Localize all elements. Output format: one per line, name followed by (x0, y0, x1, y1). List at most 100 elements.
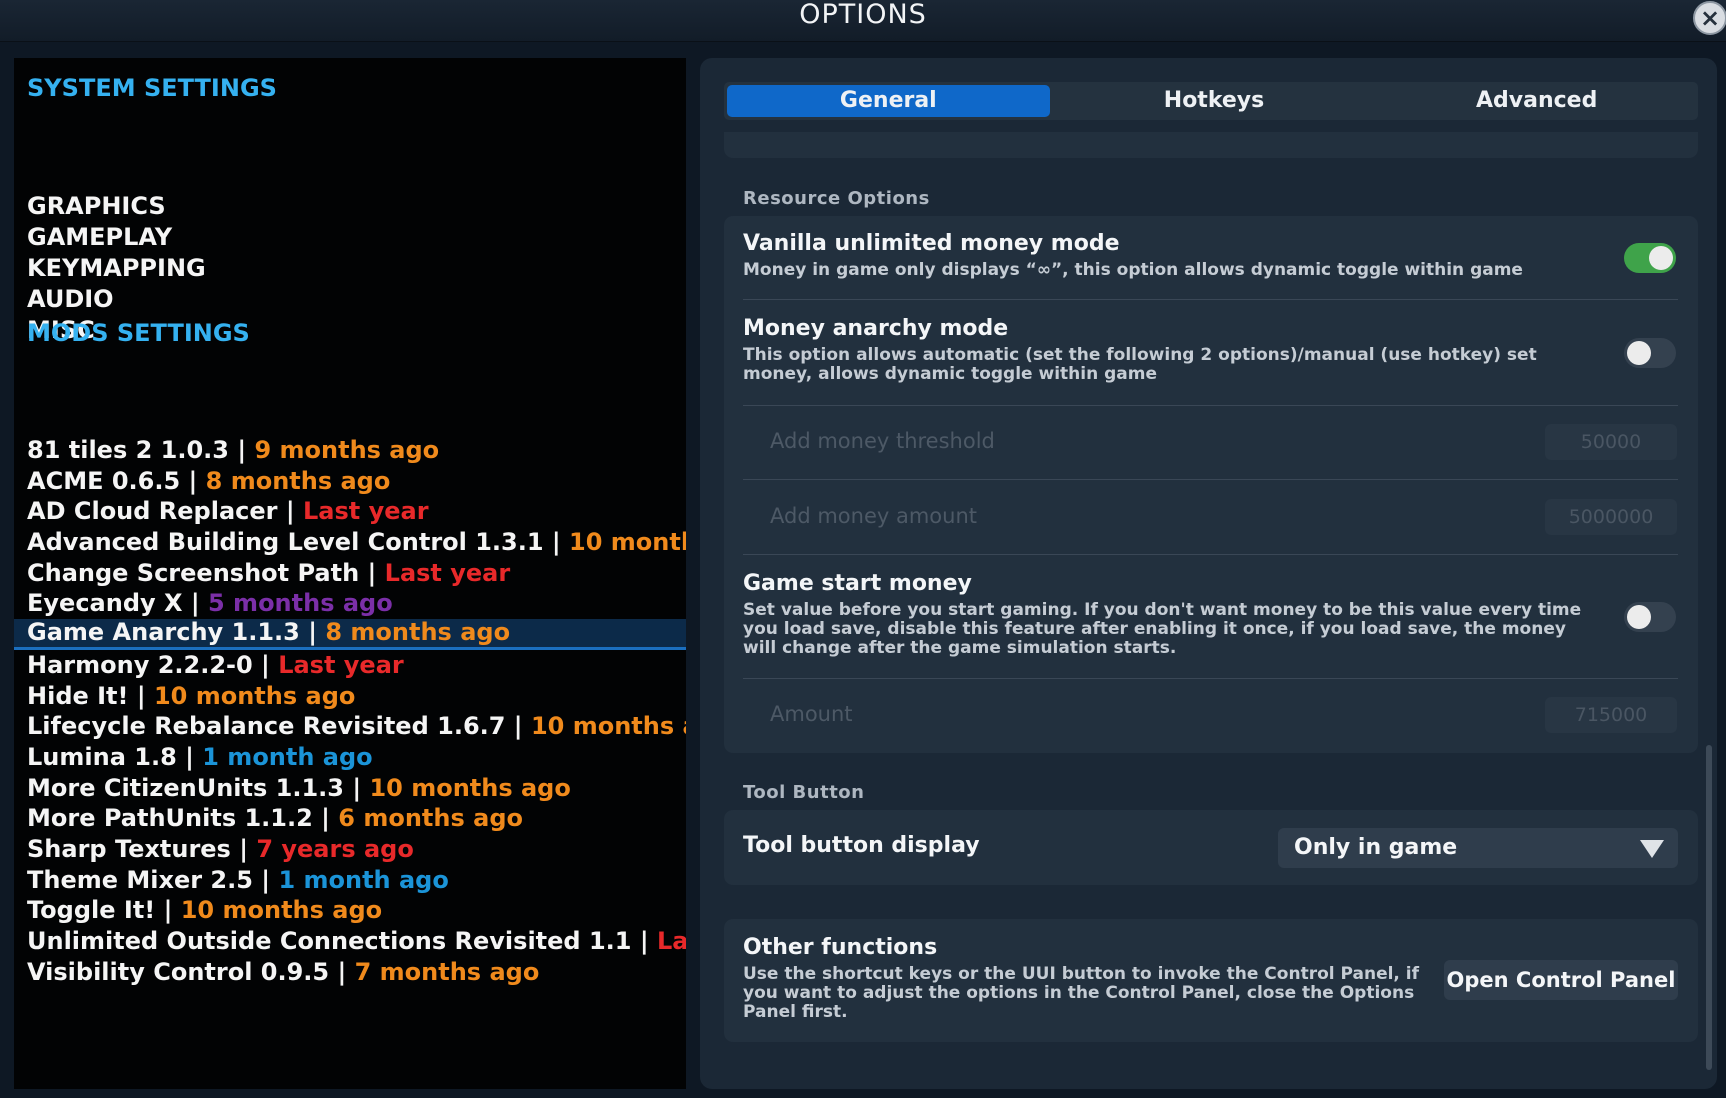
scrollbar[interactable] (1706, 745, 1712, 1070)
mod-list-item[interactable]: Game Anarchy 1.1.3 | 8 months ago (14, 619, 686, 650)
nav-item-graphics[interactable]: GRAPHICS (27, 191, 206, 222)
mod-update-age: Last year (384, 558, 511, 587)
mod-list-item[interactable]: AD Cloud Replacer | Last year (14, 496, 686, 527)
mod-update-age: 1 month ago (278, 865, 449, 894)
mod-name: Sharp Textures (27, 834, 231, 863)
mod-list-item[interactable]: Sharp Textures | 7 years ago (14, 834, 686, 865)
mod-update-age: 1 month ago (202, 742, 373, 771)
mod-update-age: 10 months ago (369, 773, 571, 802)
toggle-knob (1649, 246, 1673, 270)
separator: | (505, 712, 531, 741)
mod-name: Lumina 1.8 (27, 742, 177, 771)
vanilla-money-desc: Money in game only displays “∞”, this op… (743, 260, 1523, 280)
divider (743, 479, 1678, 480)
tab-hotkeys[interactable]: Hotkeys (1053, 82, 1376, 120)
mod-update-age: 5 months ago (208, 589, 393, 618)
resource-options-label: Resource Options (743, 188, 930, 209)
mod-list-item[interactable]: Visibility Control 0.9.5 | 7 months ago (14, 957, 686, 988)
tab-general[interactable]: General (727, 85, 1050, 117)
tool-button-display-dropdown[interactable]: Only in game (1278, 828, 1678, 868)
mod-list-item[interactable]: ACME 0.6.5 | 8 months ago (14, 466, 686, 497)
add-money-amount-input: 5000000 (1545, 499, 1677, 535)
mod-list-item[interactable]: Unlimited Outside Connections Revisited … (14, 926, 686, 957)
system-settings-header: SYSTEM SETTINGS (27, 74, 277, 102)
toggle-knob (1627, 341, 1651, 365)
add-money-threshold-input: 50000 (1545, 424, 1677, 460)
mod-list-item[interactable]: Eyecandy X | 5 months ago (14, 588, 686, 619)
separator: | (230, 834, 257, 863)
mod-list-item[interactable]: Lifecycle Rebalance Revisited 1.6.7 | 10… (14, 711, 686, 742)
nav-item-audio[interactable]: AUDIO (27, 284, 206, 315)
mod-update-age: 8 months ago (205, 466, 391, 495)
money-anarchy-desc: This option allows automatic (set the fo… (743, 345, 1537, 384)
window-title: OPTIONS (799, 0, 927, 30)
game-start-money-toggle[interactable] (1624, 602, 1676, 632)
mod-list-item[interactable]: More PathUnits 1.1.2 | 6 months ago (14, 803, 686, 834)
mod-name: Lifecycle Rebalance Revisited 1.6.7 (27, 712, 506, 741)
settings-nav-panel: SYSTEM SETTINGS GRAPHICS GAMEPLAY KEYMAP… (14, 58, 686, 1089)
tab-bar: General Hotkeys Advanced (724, 82, 1698, 120)
separator: | (277, 497, 303, 526)
toggle-knob (1627, 605, 1651, 629)
title-bar: OPTIONS × (0, 0, 1726, 42)
mod-update-age: Last year (656, 927, 686, 955)
mod-update-age: 10 months ago (569, 528, 686, 557)
mod-update-age: 8 months ago (325, 619, 511, 647)
separator: | (343, 773, 370, 802)
mods-settings-header: MODS SETTINGS (27, 319, 250, 347)
mod-name: Eyecandy X (27, 589, 183, 618)
add-money-threshold-label: Add money threshold (770, 429, 995, 453)
nav-item-gameplay[interactable]: GAMEPLAY (27, 222, 206, 253)
nav-item-keymapping[interactable]: KEYMAPPING (27, 253, 206, 284)
mod-name: AD Cloud Replacer (27, 497, 278, 526)
mod-name: ACME 0.6.5 (27, 466, 181, 495)
close-icon[interactable]: × (1693, 1, 1726, 35)
start-amount-label: Amount (770, 702, 853, 726)
other-functions-desc: Use the shortcut keys or the UUI button … (743, 964, 1420, 1022)
divider (743, 405, 1678, 406)
separator: | (329, 957, 355, 986)
mod-list-item[interactable]: Advanced Building Level Control 1.3.1 | … (14, 527, 686, 558)
resource-options-card (724, 216, 1698, 753)
mod-update-age: Last year (302, 497, 429, 526)
mod-list-item[interactable]: More CitizenUnits 1.1.3 | 10 months ago (14, 773, 686, 804)
divider (743, 554, 1678, 555)
open-control-panel-button[interactable]: Open Control Panel (1444, 960, 1678, 1000)
mod-list-item[interactable]: Hide It! | 10 months ago (14, 681, 686, 712)
mod-update-age: 7 years ago (256, 834, 414, 863)
mod-list-item[interactable]: Toggle It! | 10 months ago (14, 895, 686, 926)
mod-list-item[interactable]: Change Screenshot Path | Last year (14, 558, 686, 589)
mod-update-age: 9 months ago (254, 436, 440, 464)
separator: | (299, 619, 326, 647)
mod-update-age: 6 months ago (338, 804, 523, 833)
mod-update-age: 10 months ago (180, 896, 383, 925)
chevron-down-icon (1640, 840, 1664, 858)
separator: | (228, 436, 255, 464)
vanilla-money-toggle[interactable] (1624, 243, 1676, 273)
separator: | (312, 804, 339, 833)
money-anarchy-title: Money anarchy mode (743, 316, 1009, 341)
previous-section-card (724, 132, 1698, 158)
mod-name: Theme Mixer 2.5 (27, 865, 253, 894)
mod-list-item[interactable]: Lumina 1.8 | 1 month ago (14, 742, 686, 773)
mod-update-age: 7 months ago (354, 957, 540, 986)
mod-name: Hide It! (27, 681, 129, 710)
separator: | (252, 865, 279, 894)
tab-advanced[interactable]: Advanced (1375, 82, 1698, 120)
mod-name: Advanced Building Level Control 1.3.1 (27, 528, 544, 557)
mod-list-item[interactable]: Harmony 2.2.2-0 | Last year (14, 650, 686, 681)
mod-list-item[interactable]: 81 tiles 2 1.0.3 | 9 months ago (14, 435, 686, 466)
mod-name: Visibility Control 0.9.5 (27, 957, 330, 986)
separator: | (631, 927, 657, 955)
mod-name: Game Anarchy 1.1.3 (27, 619, 300, 647)
dropdown-value: Only in game (1294, 835, 1458, 860)
start-amount-input: 715000 (1545, 697, 1677, 733)
money-anarchy-toggle[interactable] (1624, 338, 1676, 368)
vanilla-money-title: Vanilla unlimited money mode (743, 231, 1120, 256)
mod-list-item[interactable]: Theme Mixer 2.5 | 1 month ago (14, 865, 686, 896)
mod-update-age: 10 months ago (153, 681, 356, 710)
separator: | (180, 466, 206, 495)
separator: | (155, 896, 181, 925)
divider (743, 678, 1678, 679)
game-start-money-desc: Set value before you start gaming. If yo… (743, 600, 1582, 658)
